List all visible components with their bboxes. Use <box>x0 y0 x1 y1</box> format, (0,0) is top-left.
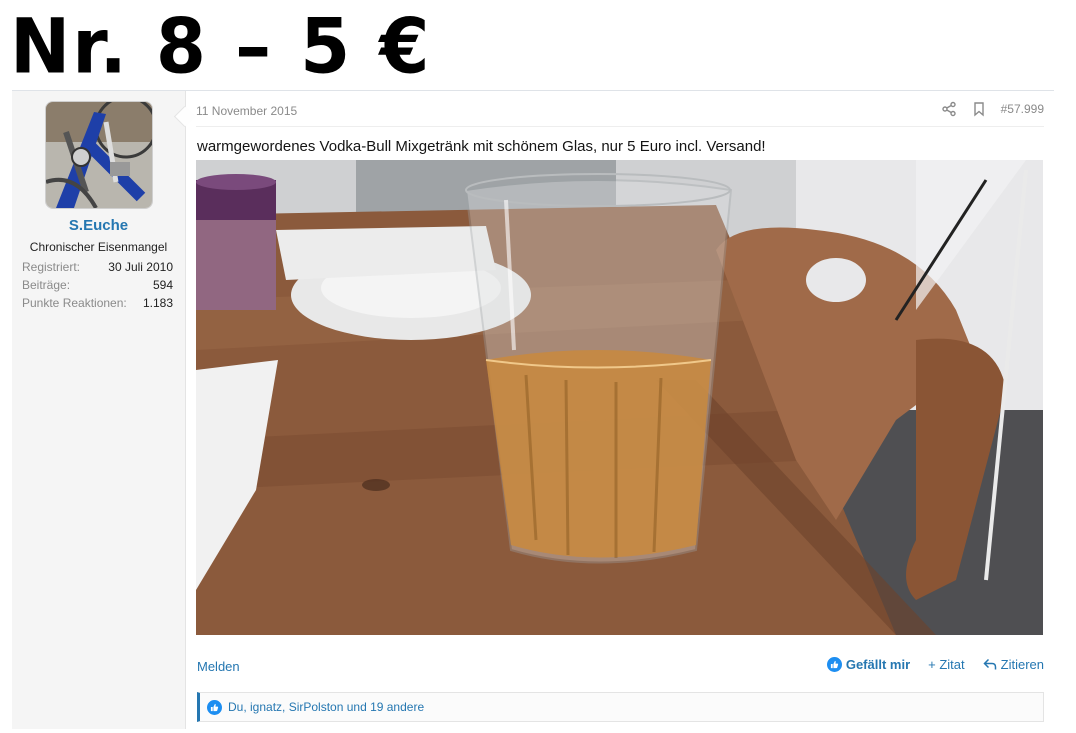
stat-value: 1.183 <box>142 296 173 310</box>
thumbs-up-icon <box>207 699 222 715</box>
reactions-bar[interactable]: Du, ignatz, SirPolston und 19 andere <box>197 692 1044 722</box>
stat-label: Registriert: <box>22 260 81 274</box>
reply-label: Zitieren <box>1000 657 1044 672</box>
stat-label: Beiträge: <box>22 278 71 292</box>
user-title: Chronischer Eisenmangel <box>29 240 168 254</box>
message-text: warmgewordenes Vodka-Bull Mixgetränk mit… <box>197 138 766 155</box>
like-button[interactable]: Gefällt mir <box>826 657 911 672</box>
thumbs-up-icon <box>826 657 842 672</box>
user-stat-posts: Beiträge: 594 <box>22 278 173 292</box>
message-cell: 11 November 2015 #57.999 warmgewordenes … <box>186 91 1054 729</box>
message-header: 11 November 2015 #57.999 <box>196 91 1044 127</box>
reactions-list[interactable]: Du, ignatz, SirPolston und 19 andere <box>228 700 424 714</box>
user-stat-registered: Registriert: 30 Juli 2010 <box>22 260 173 274</box>
message-footer: Melden Gefällt mir + Zitat Zitieren <box>197 657 1044 677</box>
report-link[interactable]: Melden <box>197 659 240 674</box>
reply-button[interactable]: Zitieren <box>983 657 1044 672</box>
share-icon[interactable] <box>941 101 957 117</box>
user-sidebar: S.Euche Chronischer Eisenmangel Registri… <box>12 91 186 729</box>
username-link[interactable]: S.Euche <box>12 217 185 234</box>
like-label: Gefällt mir <box>845 657 911 672</box>
post-number-link[interactable]: #57.999 <box>1001 102 1044 116</box>
reply-icon <box>983 658 996 670</box>
forum-post: S.Euche Chronischer Eisenmangel Registri… <box>12 90 1054 729</box>
quote-button[interactable]: + Zitat <box>928 657 965 672</box>
bookmark-icon[interactable] <box>971 101 987 117</box>
post-image[interactable] <box>196 160 1043 635</box>
post-date[interactable]: 11 November 2015 <box>196 104 297 118</box>
stat-value: 594 <box>152 278 173 292</box>
stat-label: Punkte Reaktionen: <box>22 296 127 310</box>
user-stat-reactions: Punkte Reaktionen: 1.183 <box>22 296 173 310</box>
headline-title: Nr. 8 – 5 € <box>10 2 432 91</box>
stat-value: 30 Juli 2010 <box>108 260 173 274</box>
quote-label: + Zitat <box>928 657 965 672</box>
user-avatar[interactable] <box>45 101 153 209</box>
